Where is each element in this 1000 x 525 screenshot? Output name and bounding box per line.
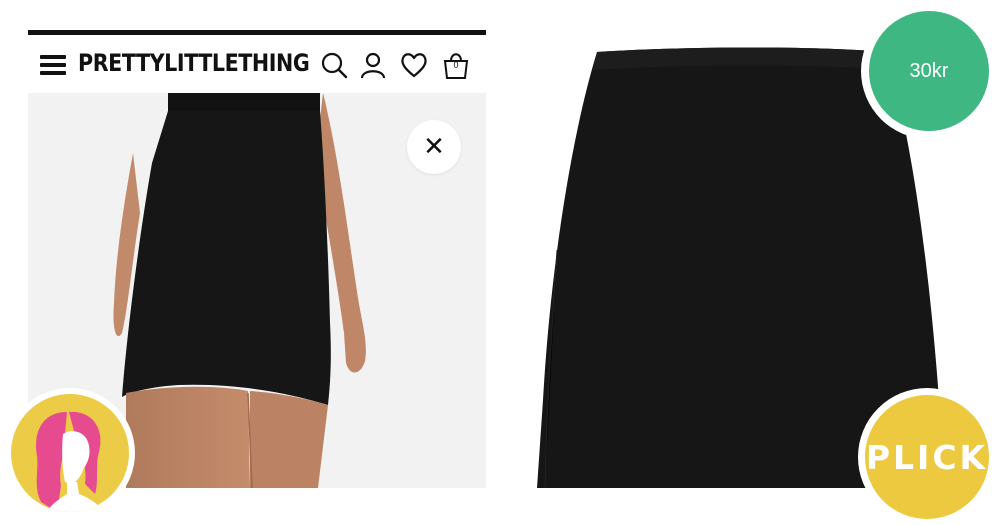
search-icon[interactable] — [320, 51, 348, 79]
seller-avatar[interactable] — [5, 388, 135, 518]
plick-button[interactable]: PLICK — [858, 388, 996, 525]
price-label: 30kr — [869, 11, 989, 131]
bag-count: 0 — [453, 60, 459, 70]
heart-icon[interactable] — [400, 51, 428, 79]
store-header: PRETTYLITTLETHING 0 — [28, 35, 486, 93]
avatar-icon — [11, 394, 129, 512]
account-icon[interactable] — [359, 51, 387, 79]
close-button[interactable]: ✕ — [407, 120, 461, 174]
bag-icon[interactable]: 0 — [442, 51, 470, 79]
menu-icon[interactable] — [40, 55, 66, 75]
plick-button-label: PLICK — [865, 395, 989, 519]
store-brand-logo[interactable]: PRETTYLITTLETHING — [78, 49, 310, 77]
screen: PRETTYLITTLETHING 0 ✕ 30kr PLICK — [0, 0, 1000, 525]
close-icon: ✕ — [423, 132, 445, 162]
price-tag: 30kr — [861, 3, 997, 139]
